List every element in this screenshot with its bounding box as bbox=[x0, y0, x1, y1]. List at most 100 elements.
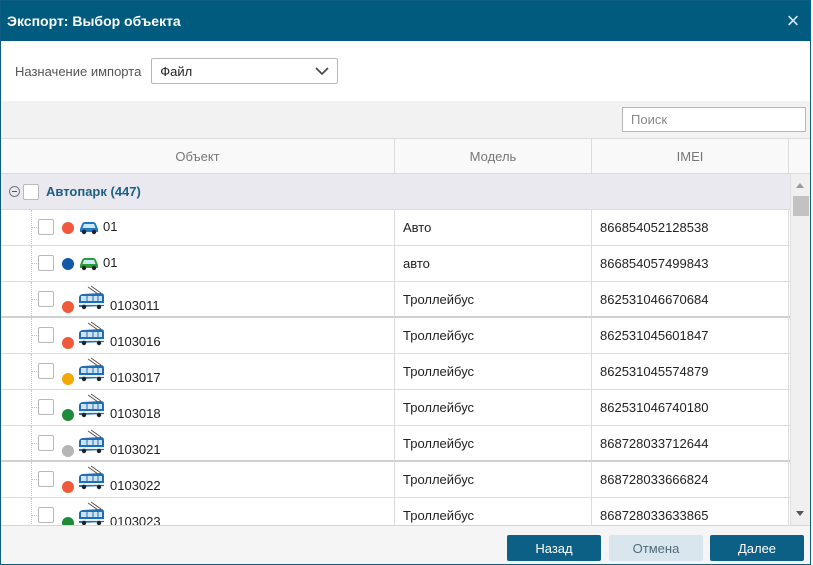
object-cell: 0103021 bbox=[1, 426, 395, 462]
object-name: 0103021 bbox=[110, 442, 161, 457]
imei-cell: 862531046670684 bbox=[592, 282, 789, 316]
scroll-down-arrow-icon[interactable] bbox=[796, 511, 804, 516]
table-row[interactable]: 0103018 Троллейбус 862531046740180 bbox=[1, 390, 790, 426]
column-header-model[interactable]: Модель bbox=[395, 139, 592, 173]
table-body: Автопарк (447) 01 Авто 86685405212853​8 01 а… bbox=[1, 174, 810, 525]
tree-line bbox=[31, 318, 32, 354]
object-cell: 01 bbox=[1, 246, 395, 282]
object-name: 0103022 bbox=[110, 478, 161, 493]
search-input[interactable] bbox=[631, 112, 807, 127]
status-dot-icon bbox=[62, 373, 74, 385]
group-row-autopark[interactable]: Автопарк (447) bbox=[1, 174, 790, 210]
model-cell: Троллейбус bbox=[395, 462, 592, 497]
model-cell: Троллейбус bbox=[395, 390, 592, 425]
imei-cell: 868728033712644 bbox=[592, 426, 789, 460]
model-cell: Троллейбус bbox=[395, 318, 592, 353]
import-destination-row: Назначение импорта Файл bbox=[1, 41, 810, 101]
close-icon[interactable]: × bbox=[782, 10, 804, 32]
row-checkbox[interactable] bbox=[38, 291, 54, 307]
object-cell: 0103016 bbox=[1, 318, 395, 354]
object-cell: 01 bbox=[1, 210, 395, 246]
table-row[interactable]: 0103022 Троллейбус 868728033666824 bbox=[1, 462, 790, 498]
object-cell: 0103022 bbox=[1, 462, 395, 498]
model-cell: авто bbox=[395, 246, 592, 281]
table-row[interactable]: 0103023 Троллейбус 868728033633865 bbox=[1, 498, 790, 525]
object-cell: 0103018 bbox=[1, 390, 395, 426]
status-dot-icon bbox=[62, 258, 74, 270]
model-cell: Троллейбус bbox=[395, 354, 592, 389]
dialog-title: Экспорт: Выбор объекта bbox=[7, 13, 181, 29]
column-header-imei[interactable]: IMEI bbox=[592, 139, 789, 173]
search-bar bbox=[1, 101, 810, 138]
table-row[interactable]: 01 Авто 86685405212853​8 bbox=[1, 210, 790, 246]
imei-cell: 86685405212853​8 bbox=[592, 210, 789, 245]
cancel-button[interactable]: Отмена bbox=[609, 535, 703, 561]
tree-line bbox=[31, 462, 32, 498]
imei-cell: 868728033633865 bbox=[592, 498, 789, 525]
vertical-scrollbar[interactable] bbox=[790, 174, 810, 525]
imei-cell: 866854057499843 bbox=[592, 246, 789, 281]
table-row[interactable]: 01 авто 866854057499843 bbox=[1, 246, 790, 282]
trolleybus-icon bbox=[77, 393, 106, 419]
imei-cell: 862531045574879 bbox=[592, 354, 789, 389]
trolleybus-icon bbox=[77, 285, 106, 311]
object-name: 0103023 bbox=[110, 514, 161, 525]
group-label: Автопарк (447) bbox=[46, 184, 141, 199]
model-cell: Троллейбус bbox=[395, 426, 592, 460]
scroll-thumb[interactable] bbox=[793, 196, 809, 216]
tree-line bbox=[31, 390, 32, 426]
model-cell: Троллейбус bbox=[395, 282, 592, 316]
collapse-icon[interactable] bbox=[9, 186, 20, 197]
status-dot-icon bbox=[62, 301, 74, 313]
status-dot-icon bbox=[62, 445, 74, 457]
table-header: Объект Модель IMEI bbox=[1, 138, 810, 174]
table-row[interactable]: 0103017 Троллейбус 862531045574879 bbox=[1, 354, 790, 390]
table-row[interactable]: 0103021 Троллейбус 868728033712644 bbox=[1, 426, 790, 462]
imei-cell: 868728033666824 bbox=[592, 462, 789, 497]
status-dot-icon bbox=[62, 222, 74, 234]
dialog-footer: Назад Отмена Далее bbox=[1, 525, 810, 564]
row-checkbox[interactable] bbox=[38, 435, 54, 451]
row-checkbox[interactable] bbox=[38, 327, 54, 343]
object-name: 01 bbox=[103, 219, 118, 234]
imei-cell: 862531046740180 bbox=[592, 390, 789, 425]
row-checkbox[interactable] bbox=[38, 507, 54, 523]
imei-cell: 862531045601847 bbox=[592, 318, 789, 353]
model-cell: Троллейбус bbox=[395, 498, 592, 525]
trolleybus-icon bbox=[77, 321, 106, 347]
table-row[interactable]: 0103011 Троллейбус 862531046670684 bbox=[1, 282, 790, 318]
model-cell: Авто bbox=[395, 210, 592, 245]
object-name: 0103016 bbox=[110, 334, 161, 349]
table-row[interactable]: 0103016 Троллейбус 862531045601847 bbox=[1, 318, 790, 354]
column-header-object[interactable]: Объект bbox=[1, 139, 395, 173]
row-checkbox[interactable] bbox=[38, 363, 54, 379]
back-button[interactable]: Назад bbox=[507, 535, 601, 561]
table-rows: Автопарк (447) 01 Авто 86685405212853​8 01 а… bbox=[1, 174, 790, 525]
export-dialog: Экспорт: Выбор объекта × Назначение импо… bbox=[0, 0, 811, 565]
trolleybus-icon bbox=[77, 429, 106, 455]
status-dot-icon bbox=[62, 517, 74, 525]
trolleybus-icon bbox=[77, 501, 106, 525]
chevron-down-icon bbox=[315, 66, 329, 75]
object-cell: 0103017 bbox=[1, 354, 395, 390]
group-checkbox[interactable] bbox=[23, 183, 39, 200]
import-destination-value: Файл bbox=[160, 63, 193, 79]
row-checkbox[interactable] bbox=[38, 471, 54, 487]
dialog-titlebar: Экспорт: Выбор объекта × bbox=[1, 1, 810, 41]
row-checkbox[interactable] bbox=[38, 219, 54, 235]
trolleybus-icon bbox=[77, 465, 106, 491]
object-name: 0103017 bbox=[110, 370, 161, 385]
object-cell: 0103011 bbox=[1, 282, 395, 318]
row-checkbox[interactable] bbox=[38, 255, 54, 271]
scroll-up-arrow-icon[interactable] bbox=[796, 183, 804, 188]
object-name: 0103011 bbox=[110, 298, 160, 313]
tree-line bbox=[31, 246, 32, 282]
object-name: 01 bbox=[103, 255, 118, 270]
tree-line bbox=[31, 210, 32, 246]
object-cell: 0103023 bbox=[1, 498, 395, 525]
car-blue-icon bbox=[78, 219, 100, 235]
next-button[interactable]: Далее bbox=[710, 535, 804, 561]
car-green-icon bbox=[78, 255, 100, 271]
import-destination-select[interactable]: Файл bbox=[151, 58, 339, 84]
row-checkbox[interactable] bbox=[38, 399, 54, 415]
